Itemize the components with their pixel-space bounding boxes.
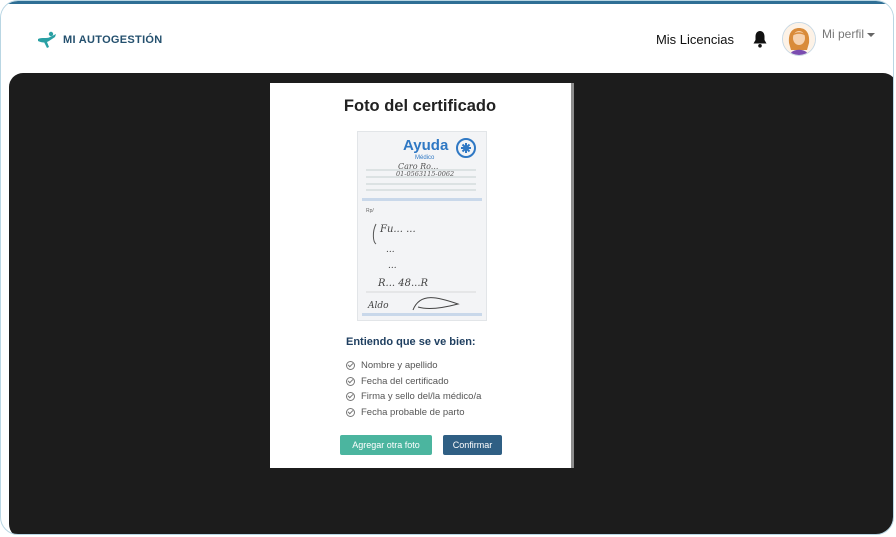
avatar-illustration (782, 23, 815, 55)
checklist-item-label: Fecha probable de parto (361, 406, 465, 418)
list-item: Fecha probable de parto (346, 405, 481, 421)
brand[interactable]: MI AUTOGESTIÓN (37, 31, 163, 49)
certificate-photo-modal: Foto del certificado Ayuda Médico Caro R… (270, 83, 574, 468)
bell-icon[interactable] (752, 30, 768, 48)
mis-licencias-link[interactable]: Mis Licencias (656, 32, 734, 47)
check-circle-icon (346, 392, 355, 402)
cert-asterisk-icon (461, 143, 471, 153)
list-item: Nombre y apellido (346, 358, 481, 374)
list-item: Fecha del certificado (346, 374, 481, 390)
check-circle-icon (346, 376, 355, 386)
confirm-button[interactable]: Confirmar (443, 435, 502, 455)
modal-title: Foto del certificado (343, 97, 497, 115)
brand-name: MI AUTOGESTIÓN (63, 34, 163, 46)
top-navbar: MI AUTOGESTIÓN Mis Licencias Mi perfil (1, 1, 893, 71)
chevron-down-icon (867, 32, 875, 37)
checklist-item-label: Firma y sello del/la médico/a (361, 391, 482, 403)
cert-handwriting-1: Fu... ... (379, 224, 416, 235)
cert-brand-sub: Médico (415, 155, 435, 161)
nav-right: Mis Licencias Mi perfil (656, 22, 875, 56)
svg-text:Rp/: Rp/ (366, 208, 374, 214)
brand-logo-icon (38, 31, 56, 48)
add-photo-button[interactable]: Agregar otra foto (340, 435, 432, 455)
cert-id: 01-0563115-0062 (396, 170, 454, 178)
checklist-item-label: Nombre y apellido (361, 360, 438, 372)
certificate-photo: Ayuda Médico Caro Ro... 01-0563115-0062 … (357, 131, 487, 321)
profile-label: Mi perfil (821, 27, 864, 41)
check-circle-icon (346, 407, 355, 417)
cert-handwriting-3: ... (388, 261, 397, 271)
cert-brand: Ayuda (403, 137, 449, 154)
profile-menu[interactable]: Mi perfil (822, 27, 875, 41)
checklist-title: Entiendo que se ve bien: (346, 336, 476, 348)
checklist-item-label: Fecha del certificado (361, 375, 449, 387)
check-circle-icon (346, 361, 355, 371)
certificate-image: Ayuda Médico Caro Ro... 01-0563115-0062 … (358, 132, 486, 320)
cert-signature: Aldo (367, 301, 389, 311)
avatar[interactable] (781, 22, 816, 56)
list-item: Firma y sello del/la médico/a (346, 389, 481, 405)
cert-handwriting-4: R... 48...R (377, 278, 429, 289)
checklist: Nombre y apellido Fecha del certificado … (346, 358, 481, 420)
cert-handwriting-2: ... (386, 245, 395, 255)
